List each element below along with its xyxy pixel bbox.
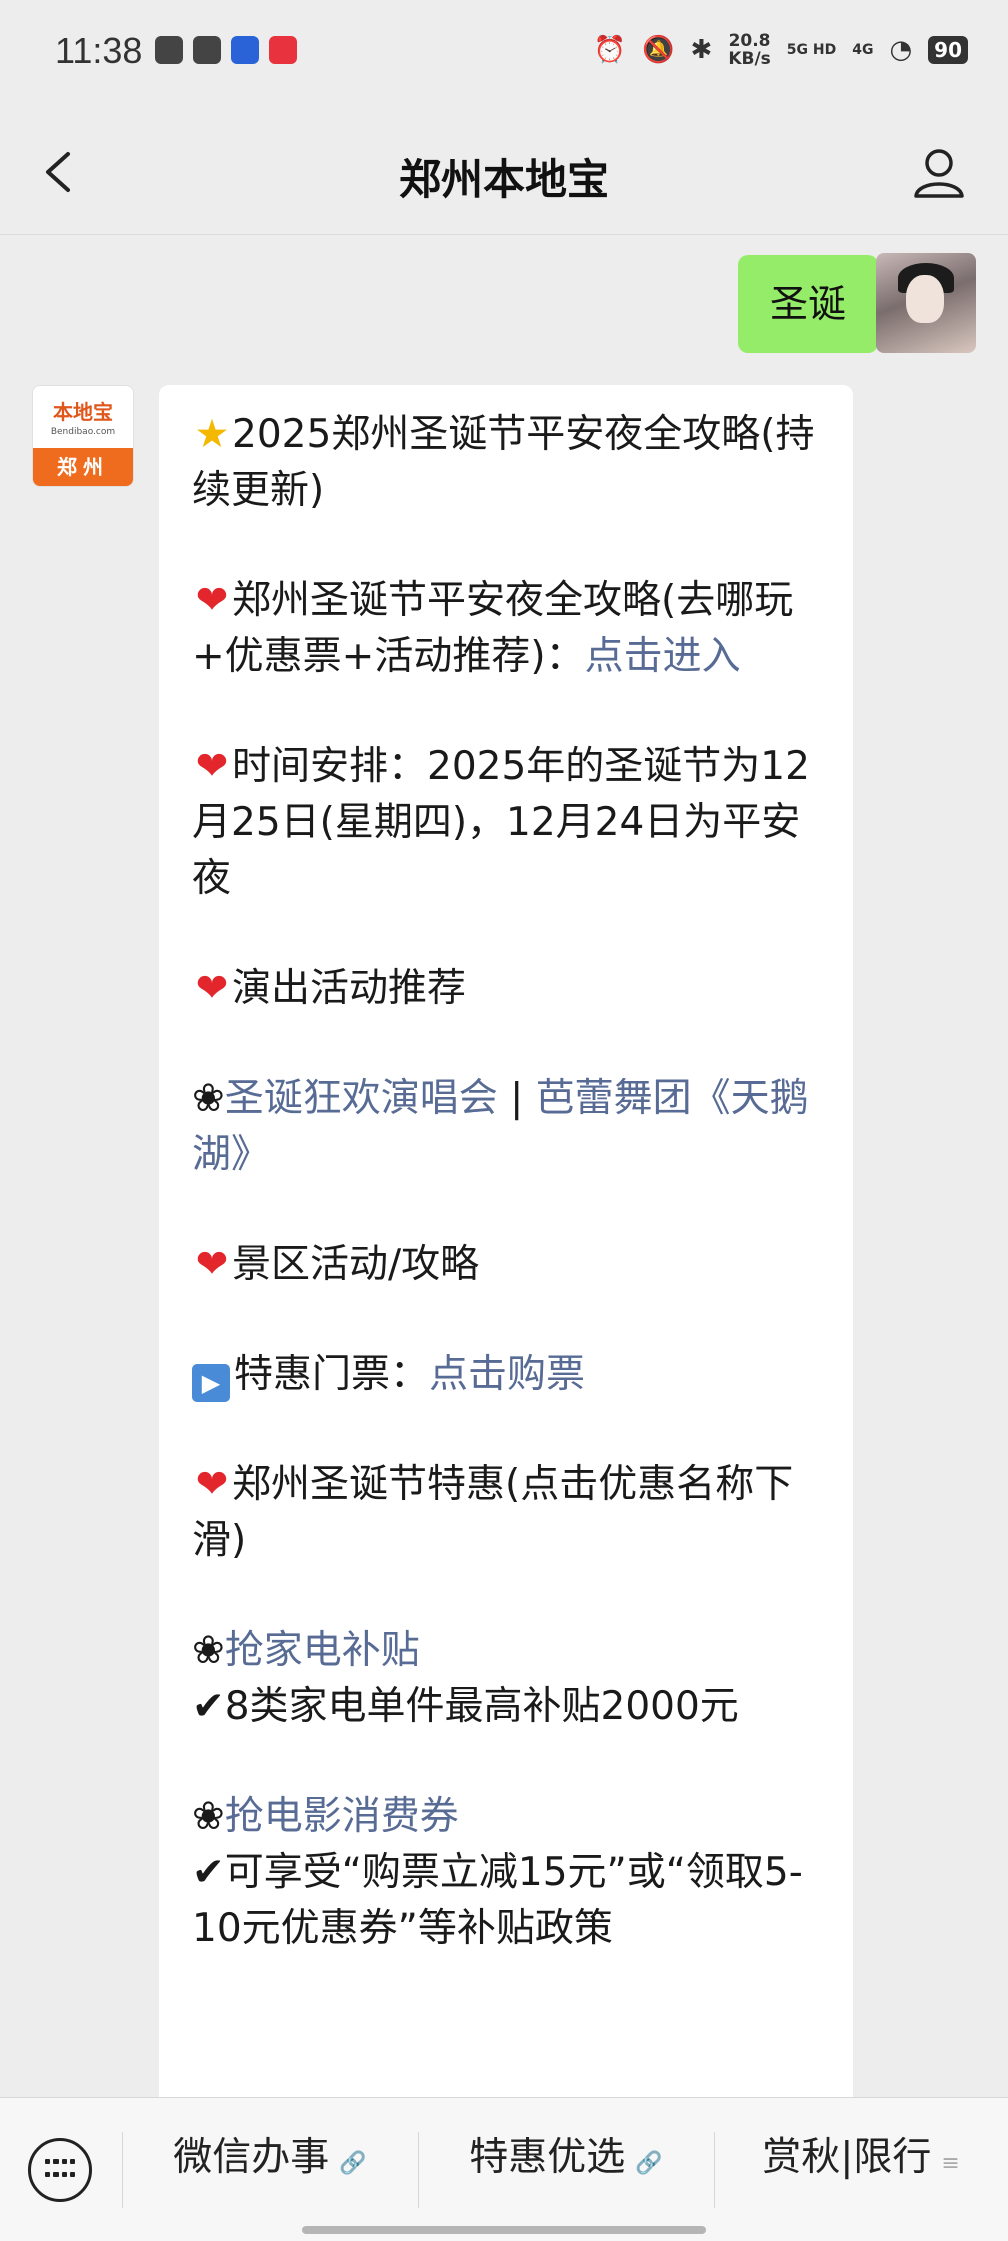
link-icon: 🔗	[339, 2151, 367, 2176]
signal-5g: 5G HD	[786, 42, 837, 58]
speed-value: 20.8	[728, 31, 771, 51]
check-icon: ✔	[192, 1850, 225, 1895]
battery-indicator: 90	[928, 36, 968, 64]
signal-4g: 4G	[852, 42, 874, 58]
deal2-detail: ✔可享受“购票立减15元”或“领取5-10元优惠券”等补贴政策	[192, 1850, 803, 1951]
deals-heading: ❤郑州圣诞节特惠(点击优惠名称下滑)	[192, 1457, 823, 1569]
heart-icon: ❤	[195, 1242, 229, 1287]
concert-link[interactable]: 圣诞狂欢演唱会	[225, 1076, 498, 1121]
chat-area[interactable]: 圣诞 本地宝 Bendibao.com 郑州 ★2025郑州圣诞节平安夜全攻略(…	[0, 235, 1008, 2097]
buy-ticket-link[interactable]: 点击购票	[429, 1352, 585, 1397]
heart-icon: ❤	[195, 744, 229, 789]
appliance-subsidy-link[interactable]: 抢家电补贴	[225, 1628, 420, 1673]
bottom-menu-bar: 微信办事 🔗 特惠优选 🔗 赏秋|限行 ≡	[0, 2097, 1008, 2241]
bot-avatar-city: 郑州	[33, 448, 133, 486]
heart-icon: ❤	[195, 578, 229, 623]
home-indicator[interactable]	[302, 2226, 706, 2234]
status-bar: 11:38 ⏰ 🔕 ✱ 20.8 KB/s 5G HD 4G ◔ 90	[0, 0, 1008, 110]
network-speed: 20.8 KB/s	[728, 32, 770, 68]
menu-item-wechat-services[interactable]: 微信办事 🔗	[122, 2098, 418, 2218]
star-icon: ★	[194, 412, 230, 457]
heart-icon: ❤	[195, 1462, 229, 1507]
deal2-title: ❀抢电影消费券	[192, 1789, 823, 1845]
app-notification-icon	[155, 36, 183, 64]
guide-paragraph: ❤郑州圣诞节平安夜全攻略(去哪玩+优惠票+活动推荐)：点击进入	[192, 573, 823, 685]
chat-header: 郑州本地宝	[0, 110, 1008, 235]
sent-message-bubble[interactable]: 圣诞	[737, 255, 893, 353]
guide-link[interactable]: 点击进入	[585, 634, 741, 679]
alarm-icon: ⏰	[593, 35, 627, 65]
bluetooth-icon: ✱	[690, 35, 713, 65]
scenic-heading: ❤景区活动/攻略	[192, 1237, 823, 1293]
bendibao-logo: 本地宝	[53, 400, 113, 424]
deal1-title: ❀抢家电补贴	[192, 1623, 823, 1679]
flower-icon: ❀	[192, 1076, 225, 1121]
red-app-icon	[269, 36, 297, 64]
reply-message-bubble: ★2025郑州圣诞节平安夜全攻略(持续更新) ❤郑州圣诞节平安夜全攻略(去哪玩+…	[159, 385, 853, 2097]
flower-icon: ❀	[192, 1628, 225, 1673]
shows-links: ❀圣诞狂欢演唱会 | 芭蕾舞团《天鹅湖》	[192, 1076, 809, 1177]
menu-item-special-offers[interactable]: 特惠优选 🔗	[418, 2098, 714, 2218]
mute-icon: 🔕	[642, 35, 675, 65]
profile-icon[interactable]	[912, 146, 966, 200]
notification-icons	[155, 36, 297, 64]
bot-avatar[interactable]: 本地宝 Bendibao.com 郑州	[32, 385, 134, 487]
app-notification-icon	[193, 36, 221, 64]
status-icons: ⏰ 🔕 ✱ 20.8 KB/s 5G HD 4G ◔ 90	[594, 32, 968, 68]
time-paragraph: ❤时间安排：2025年的圣诞节为12月25日(星期四)，12月24日为平安夜	[192, 739, 823, 907]
reply-title: ★2025郑州圣诞节平安夜全攻略(持续更新)	[192, 407, 823, 519]
clock: 11:38	[55, 30, 143, 71]
check-icon: ✔	[192, 1684, 225, 1729]
bendibao-url: Bendibao.com	[50, 427, 116, 437]
chat-title: 郑州本地宝	[398, 155, 609, 204]
speed-unit: KB/s	[728, 49, 771, 69]
movie-voucher-link[interactable]: 抢电影消费券	[225, 1794, 459, 1839]
wifi-icon: ◔	[889, 35, 913, 65]
user-avatar[interactable]	[876, 253, 976, 353]
heart-icon: ❤	[195, 966, 229, 1011]
ticket-paragraph: ▶ 特惠门票：点击购票	[192, 1347, 823, 1403]
paw-app-icon	[231, 36, 259, 64]
menu-item-autumn-traffic[interactable]: 赏秋|限行 ≡	[714, 2098, 1008, 2218]
shows-heading: ❤演出活动推荐	[192, 961, 823, 1017]
flower-icon: ❀	[192, 1794, 225, 1839]
play-icon: ▶	[192, 1364, 230, 1402]
deal1-detail: ✔8类家电单件最高补贴2000元	[192, 1684, 739, 1729]
link-icon: 🔗	[635, 2151, 663, 2176]
keyboard-toggle-icon[interactable]	[28, 2138, 92, 2202]
submenu-icon: ≡	[941, 2151, 960, 2176]
avatar-face	[906, 275, 944, 323]
